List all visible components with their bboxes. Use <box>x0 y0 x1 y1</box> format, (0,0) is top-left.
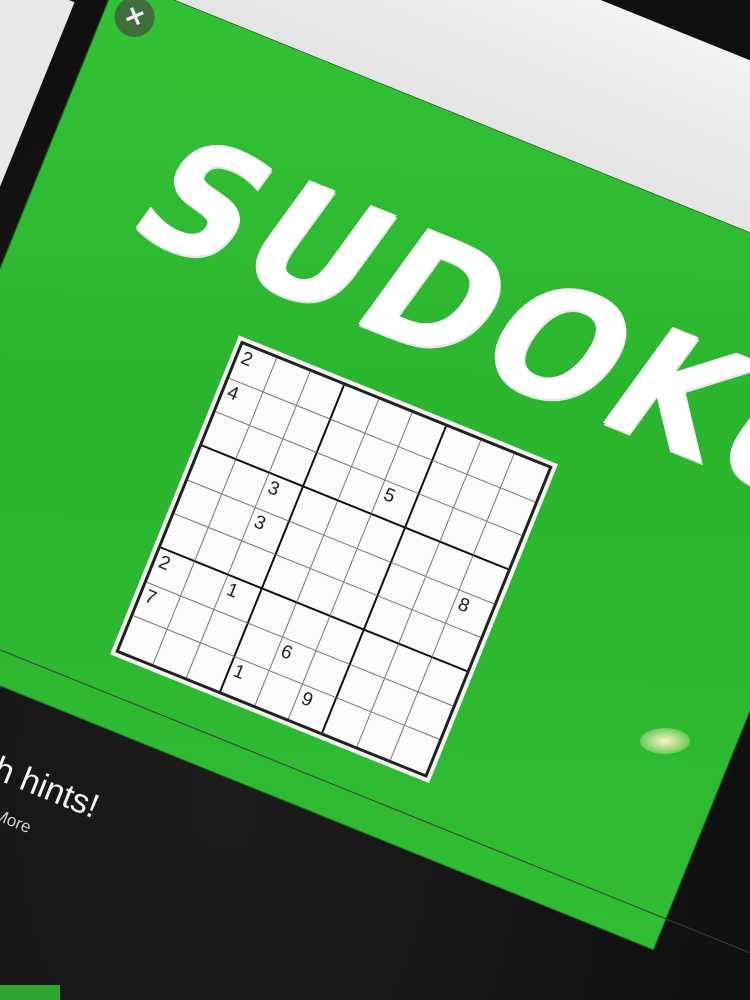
sudoku-given-digit: 3 <box>264 477 283 501</box>
sudoku-given-digit: 1 <box>230 660 248 685</box>
sudoku-given-digit: 2 <box>237 347 256 372</box>
light-glare <box>640 728 690 754</box>
sudoku-given-digit: 1 <box>223 579 242 603</box>
sudoku-given-digit: 4 <box>224 381 242 406</box>
close-icon[interactable]: × <box>108 0 161 44</box>
sudoku-given-digit: 3 <box>250 511 269 535</box>
sudoku-given-digit: 2 <box>155 551 174 576</box>
sudoku-given-digit: 6 <box>277 640 296 665</box>
bottom-green-edge <box>0 985 60 1000</box>
photo-of-screen: ↻ × SUDOKU 245338217619 nline, with hint… <box>0 0 750 1000</box>
sudoku-given-digit: 8 <box>454 593 473 618</box>
caption: nline, with hints! pyright. Learn More <box>0 700 104 858</box>
sudoku-given-digit: 9 <box>298 688 316 712</box>
sudoku-given-digit: 7 <box>141 585 160 610</box>
sudoku-given-digit: 5 <box>380 484 399 508</box>
